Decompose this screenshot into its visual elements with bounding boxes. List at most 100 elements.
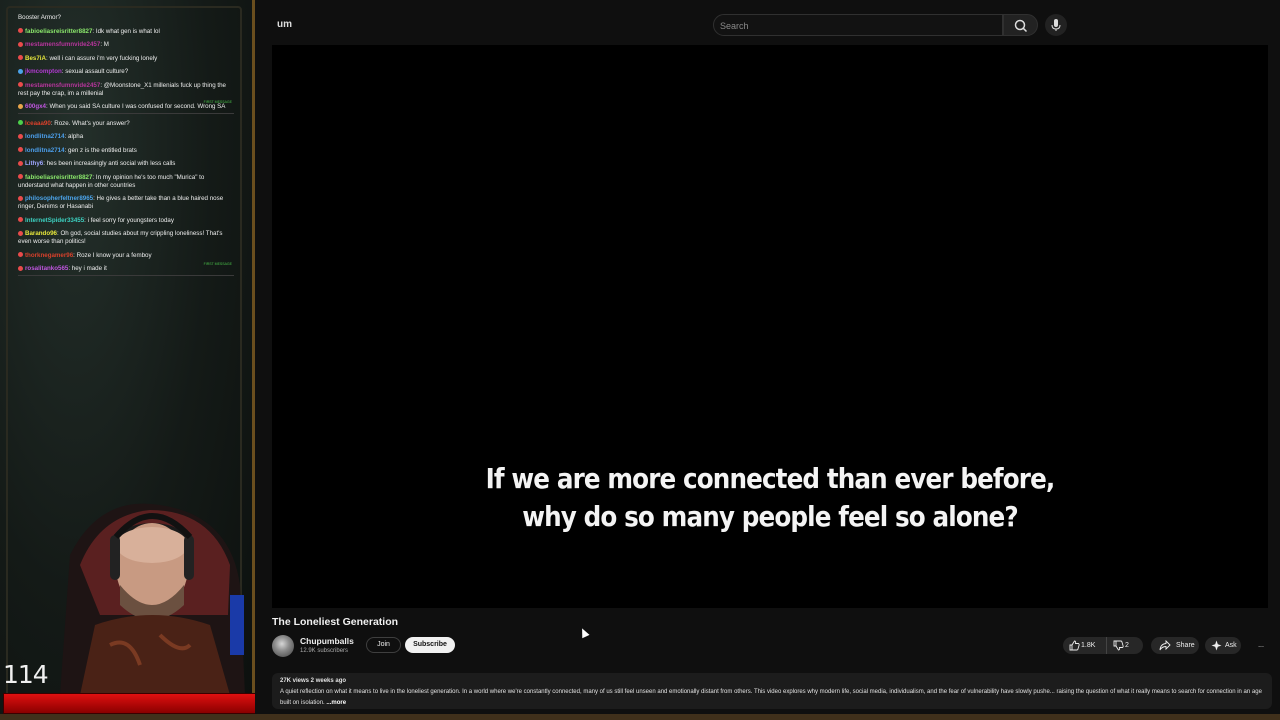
thumbs-up-icon — [1069, 640, 1080, 651]
first-message-tag: FIRST MESSAGE — [203, 100, 232, 104]
chat-username[interactable]: jkmcompton — [25, 68, 62, 75]
chat-text: Roze. What's your answer? — [54, 119, 130, 127]
chat-message: mestamensfumnvide2457: M — [18, 41, 234, 49]
stream-counter: 114 — [3, 660, 49, 689]
thumbs-down-icon — [1113, 640, 1124, 651]
chat-text: hes been increasingly anti social with l… — [46, 160, 176, 167]
like-button[interactable]: 1.8K — [1063, 637, 1107, 654]
subscriber-count: 12.9K subscribers — [300, 648, 349, 654]
caption-line-2: why do so many people feel so alone? — [522, 500, 1018, 533]
chat-message: thorknegamer96: Roze I know your a fembo… — [18, 252, 234, 260]
chat-username[interactable]: rosalitanko565 — [25, 265, 68, 272]
sparkle-icon — [1211, 640, 1222, 651]
chat-username[interactable]: Lithy6 — [25, 160, 43, 167]
chat-badge-icon — [18, 195, 23, 201]
overlay-bottom-strip — [0, 714, 1280, 720]
chat-top-line: Booster Armor? — [18, 14, 234, 22]
chat-message: rosalitanko565: hey i made it FIRST MESSA… — [18, 262, 234, 276]
chat-message: londlitna2714: alpha — [18, 133, 234, 141]
chat-badge-icon — [18, 174, 23, 180]
chat-message: jkmcompton: sexual assault culture? — [18, 68, 234, 76]
chat-message: mestamensfumnvide2457: @Moonstone_X1 mil… — [18, 82, 234, 98]
chat-text: i feel sorry for youngsters today — [87, 216, 174, 224]
channel-avatar[interactable] — [272, 635, 294, 657]
chat-message: fabioeliasreisritter8827: In my opinion … — [18, 174, 234, 190]
stream-chat-panel: Booster Armor? fabioeliasreisritter8827:… — [0, 0, 255, 720]
description-body: A quiet reflection on what it means to l… — [280, 687, 1264, 709]
mouse-cursor — [578, 626, 590, 639]
chat-message: Lithy6: hes been increasingly anti socia… — [18, 160, 234, 168]
chat-username[interactable]: InternetSpider33455 — [25, 217, 84, 224]
chat-badge-icon — [18, 103, 23, 109]
video-description[interactable]: 27K views 2 weeks ago A quiet reflection… — [272, 673, 1272, 709]
chat-text: Booster Armor? — [18, 14, 61, 21]
chat-message: Bes7iA: well i can assure i'm very fucki… — [18, 55, 234, 63]
search-box[interactable] — [713, 14, 1003, 36]
voice-search-button[interactable] — [1045, 14, 1067, 36]
video-caption: If we are more connected than ever befor… — [332, 460, 1208, 536]
share-label: Share — [1176, 642, 1195, 649]
chat-badge-icon — [18, 252, 23, 258]
chat-username[interactable]: Bes7iA — [25, 55, 46, 62]
chat-message: fabioeliasreisritter8827: Idk what gen i… — [18, 28, 234, 36]
chat-text: alpha — [68, 133, 84, 140]
chat-text: hey i made it — [71, 265, 107, 272]
chat-text: Roze I know your a femboy — [76, 251, 152, 259]
chat-username[interactable]: Iceaaa90 — [25, 120, 51, 127]
search-input[interactable] — [720, 18, 990, 33]
chat-message: Iceaaa90: Roze. What's your answer? — [18, 120, 234, 128]
description-more-link[interactable]: ...more — [326, 700, 346, 706]
chat-badge-icon — [18, 160, 23, 166]
chat-username[interactable]: Barando96 — [25, 230, 57, 237]
chat-badge-icon — [18, 217, 23, 223]
chat-username[interactable]: mestamensfumnvide2457 — [25, 41, 100, 48]
chat-username[interactable]: mestamensfumnvide2457 — [25, 82, 100, 89]
chat-badge-icon — [18, 41, 23, 47]
microphone-icon — [1051, 19, 1061, 31]
chat-badge-icon — [18, 265, 23, 271]
chat-text: When you said SA culture I was confused … — [49, 103, 226, 110]
chat-badge-icon — [18, 68, 23, 74]
like-count: 1.8K — [1081, 642, 1096, 649]
video-player[interactable]: If we are more connected than ever befor… — [272, 45, 1268, 608]
chat-badge-icon — [18, 120, 23, 126]
subscribe-button[interactable]: Subscribe — [405, 637, 455, 653]
chat-badge-icon — [18, 230, 23, 236]
chat-username[interactable]: londlitna2714 — [25, 133, 65, 140]
chat-text: Idk what gen is what lol — [95, 27, 160, 35]
chat-text: sexual assault culture? — [65, 68, 129, 75]
chat-text: well i can assure i'm very fucking lonel… — [49, 54, 158, 62]
chat-text: gen z is the entitled brats — [68, 146, 137, 154]
chat-badge-icon — [18, 147, 23, 153]
chat-message: Barando96: Oh god, social studies about … — [18, 230, 234, 246]
join-button[interactable]: Join — [366, 637, 401, 653]
chat-badge-icon — [18, 82, 23, 88]
dislike-button[interactable]: 2 — [1108, 637, 1143, 654]
youtube-page: um If we are more connected than ever be… — [255, 0, 1280, 714]
chat-message: philosopherfeltner8965: He gives a bette… — [18, 195, 234, 211]
like-dislike-group: 1.8K 2 — [1063, 637, 1143, 654]
more-actions-button[interactable]: ... — [1253, 637, 1269, 654]
first-message-tag: FIRST MESSAGE — [203, 262, 232, 266]
ask-button[interactable]: Ask — [1205, 637, 1241, 654]
chat-username[interactable]: thorknegamer96 — [25, 252, 73, 259]
chat-username[interactable]: fabioeliasreisritter8827 — [25, 28, 92, 35]
search-button[interactable] — [1003, 14, 1038, 36]
youtube-logo[interactable]: um — [277, 19, 292, 30]
channel-name[interactable]: Chupumballs — [300, 636, 354, 646]
chat-username[interactable]: fabioeliasreisritter8827 — [25, 174, 92, 181]
chat-message-list: Booster Armor? fabioeliasreisritter8827:… — [18, 14, 234, 282]
chat-username[interactable]: londlitna2714 — [25, 147, 65, 154]
chat-message: 600gx4: When you said SA culture I was c… — [18, 100, 234, 114]
chat-username[interactable]: philosopherfeltner8965 — [25, 195, 93, 202]
webcam-feed — [60, 503, 245, 695]
ask-label: Ask — [1225, 642, 1237, 649]
chat-username[interactable]: 600gx4 — [25, 103, 46, 110]
chat-message: londlitna2714: gen z is the entitled bra… — [18, 147, 234, 155]
chat-message: InternetSpider33455: i feel sorry for yo… — [18, 217, 234, 225]
share-icon — [1159, 640, 1171, 651]
chat-badge-icon — [18, 55, 23, 61]
share-button[interactable]: Share — [1151, 637, 1199, 654]
video-title: The Loneliest Generation — [272, 616, 399, 628]
chat-badge-icon — [18, 133, 23, 139]
